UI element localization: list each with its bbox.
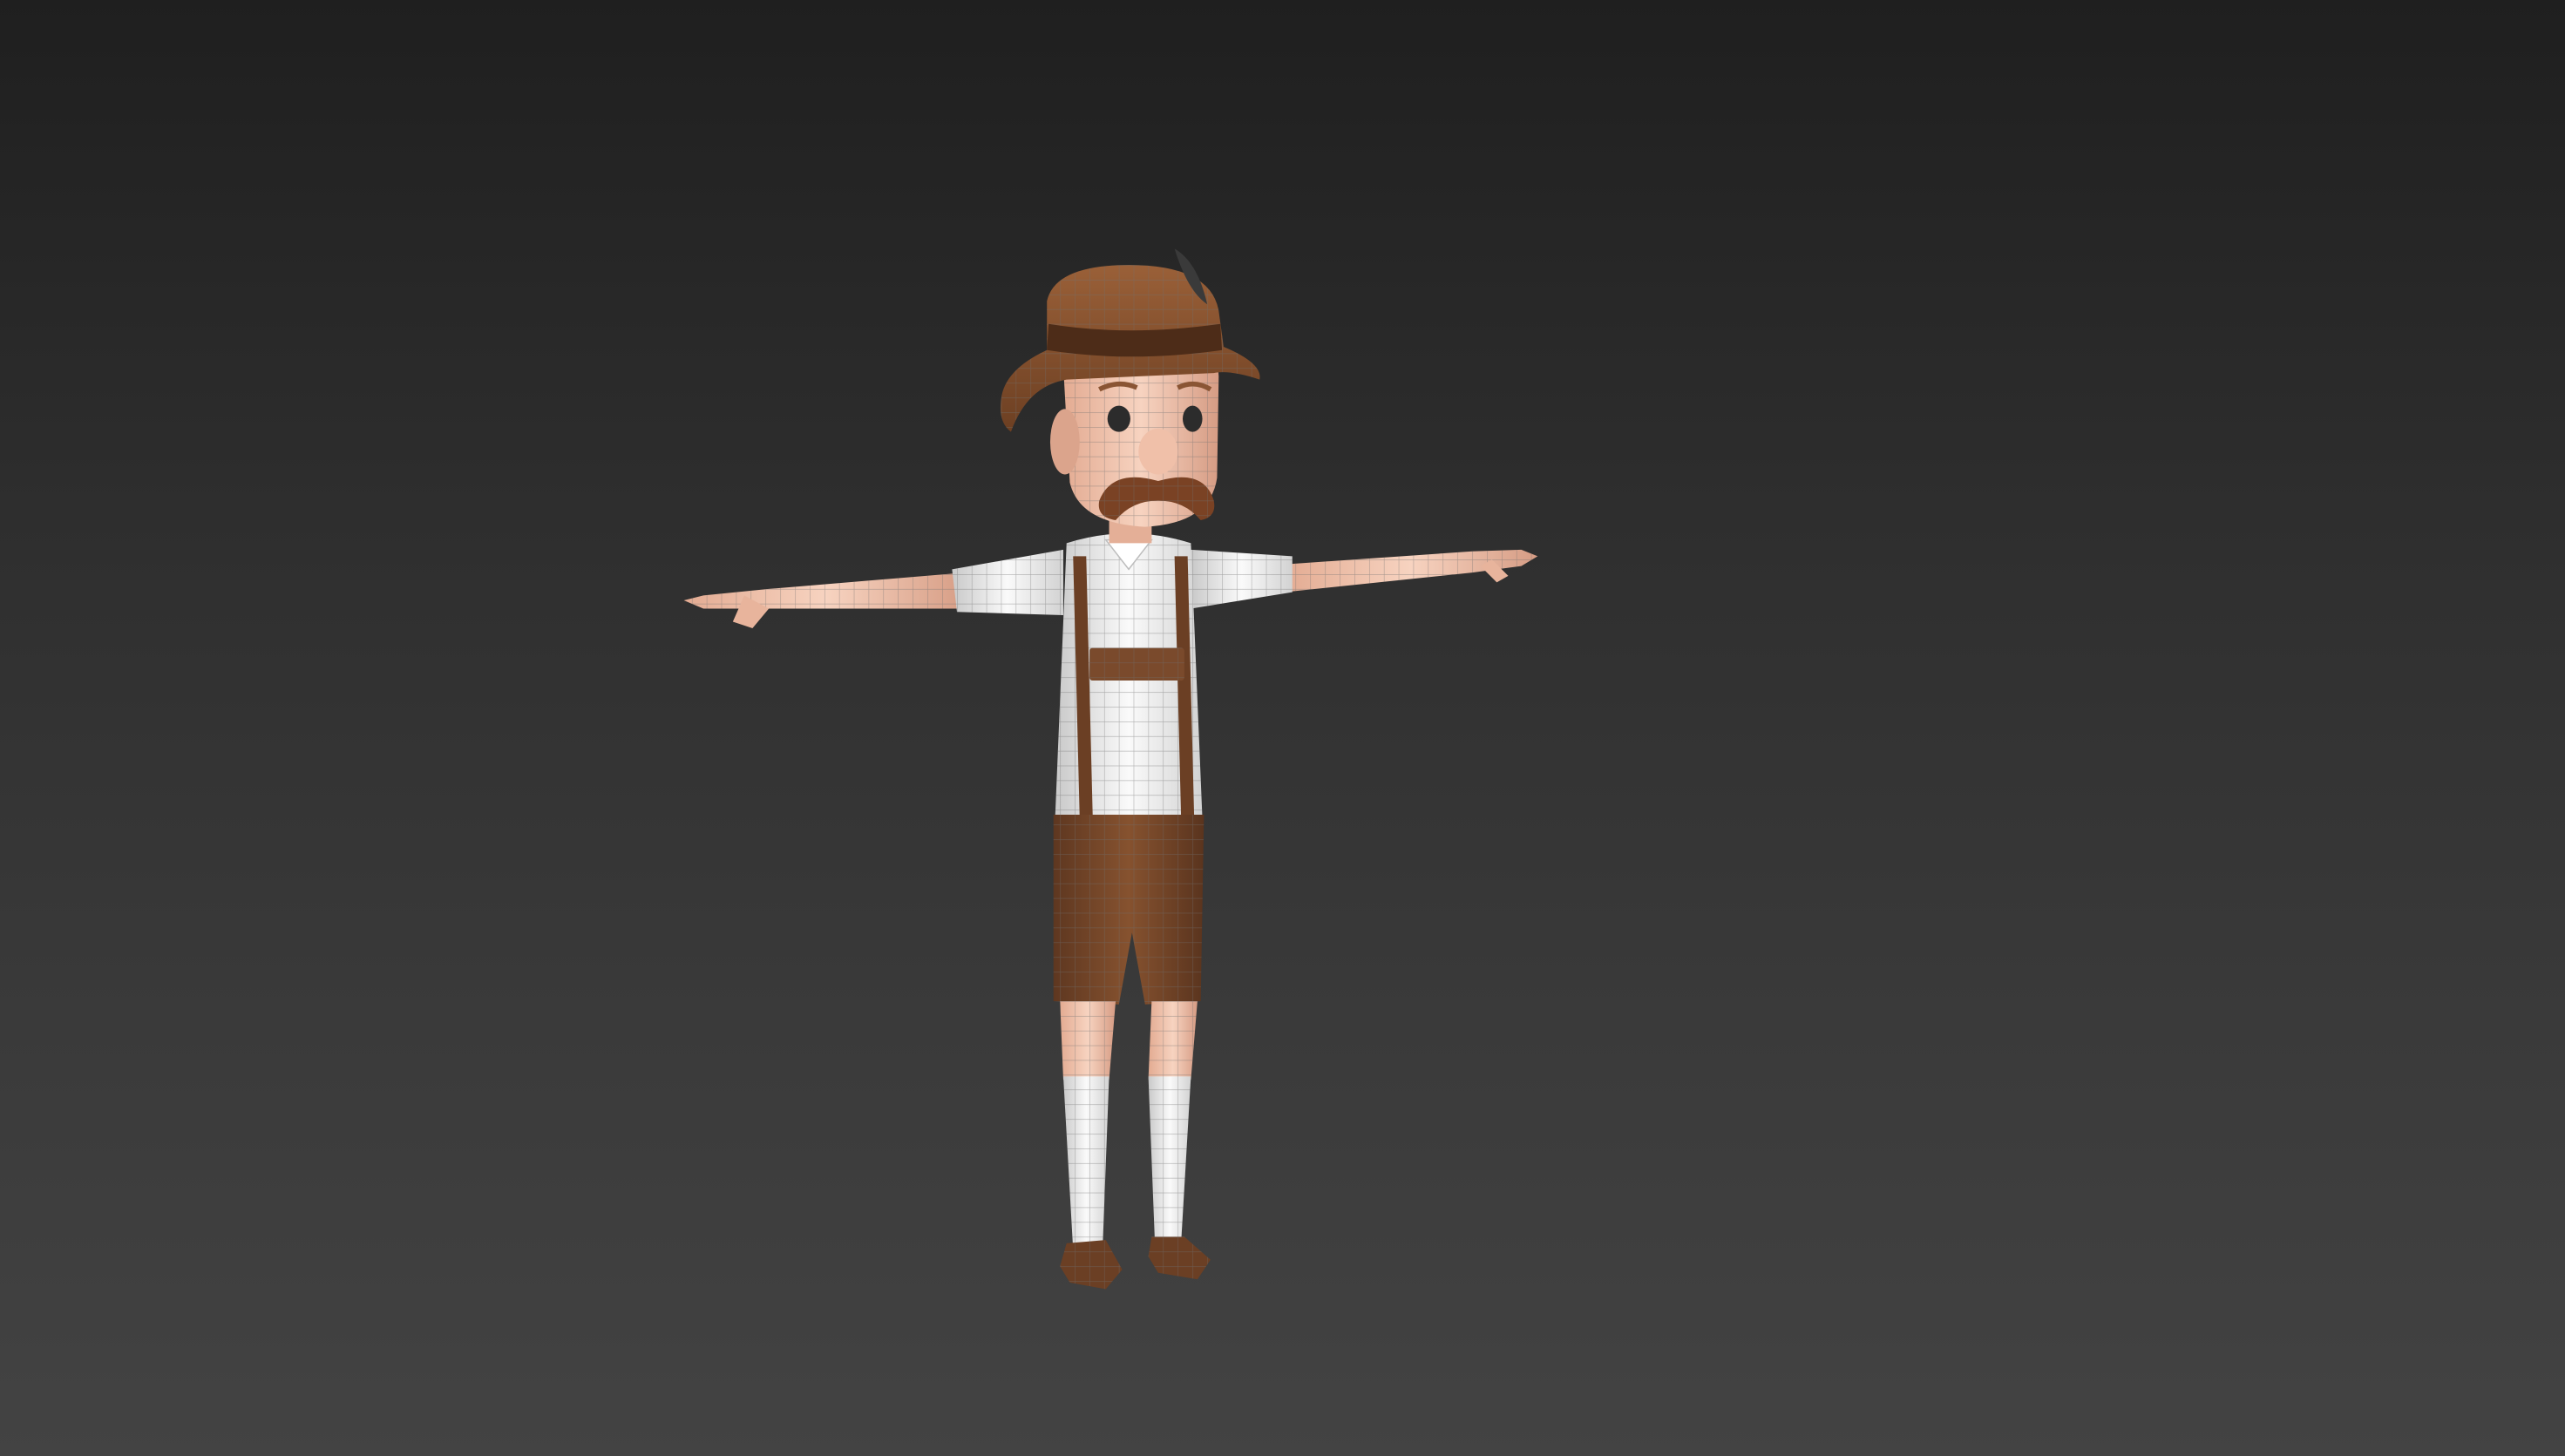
socks: [1062, 1076, 1191, 1250]
shoes: [1060, 1236, 1211, 1290]
lederhosen-shorts: [1053, 815, 1204, 1005]
left-eye-icon: [1107, 405, 1130, 432]
legs: [1060, 1001, 1198, 1080]
left-arm: [683, 572, 969, 628]
character-model-icon[interactable]: [0, 0, 2565, 1456]
3d-viewport[interactable]: [0, 0, 2565, 1456]
right-arm: [1284, 549, 1538, 593]
right-eye-icon: [1183, 405, 1203, 432]
